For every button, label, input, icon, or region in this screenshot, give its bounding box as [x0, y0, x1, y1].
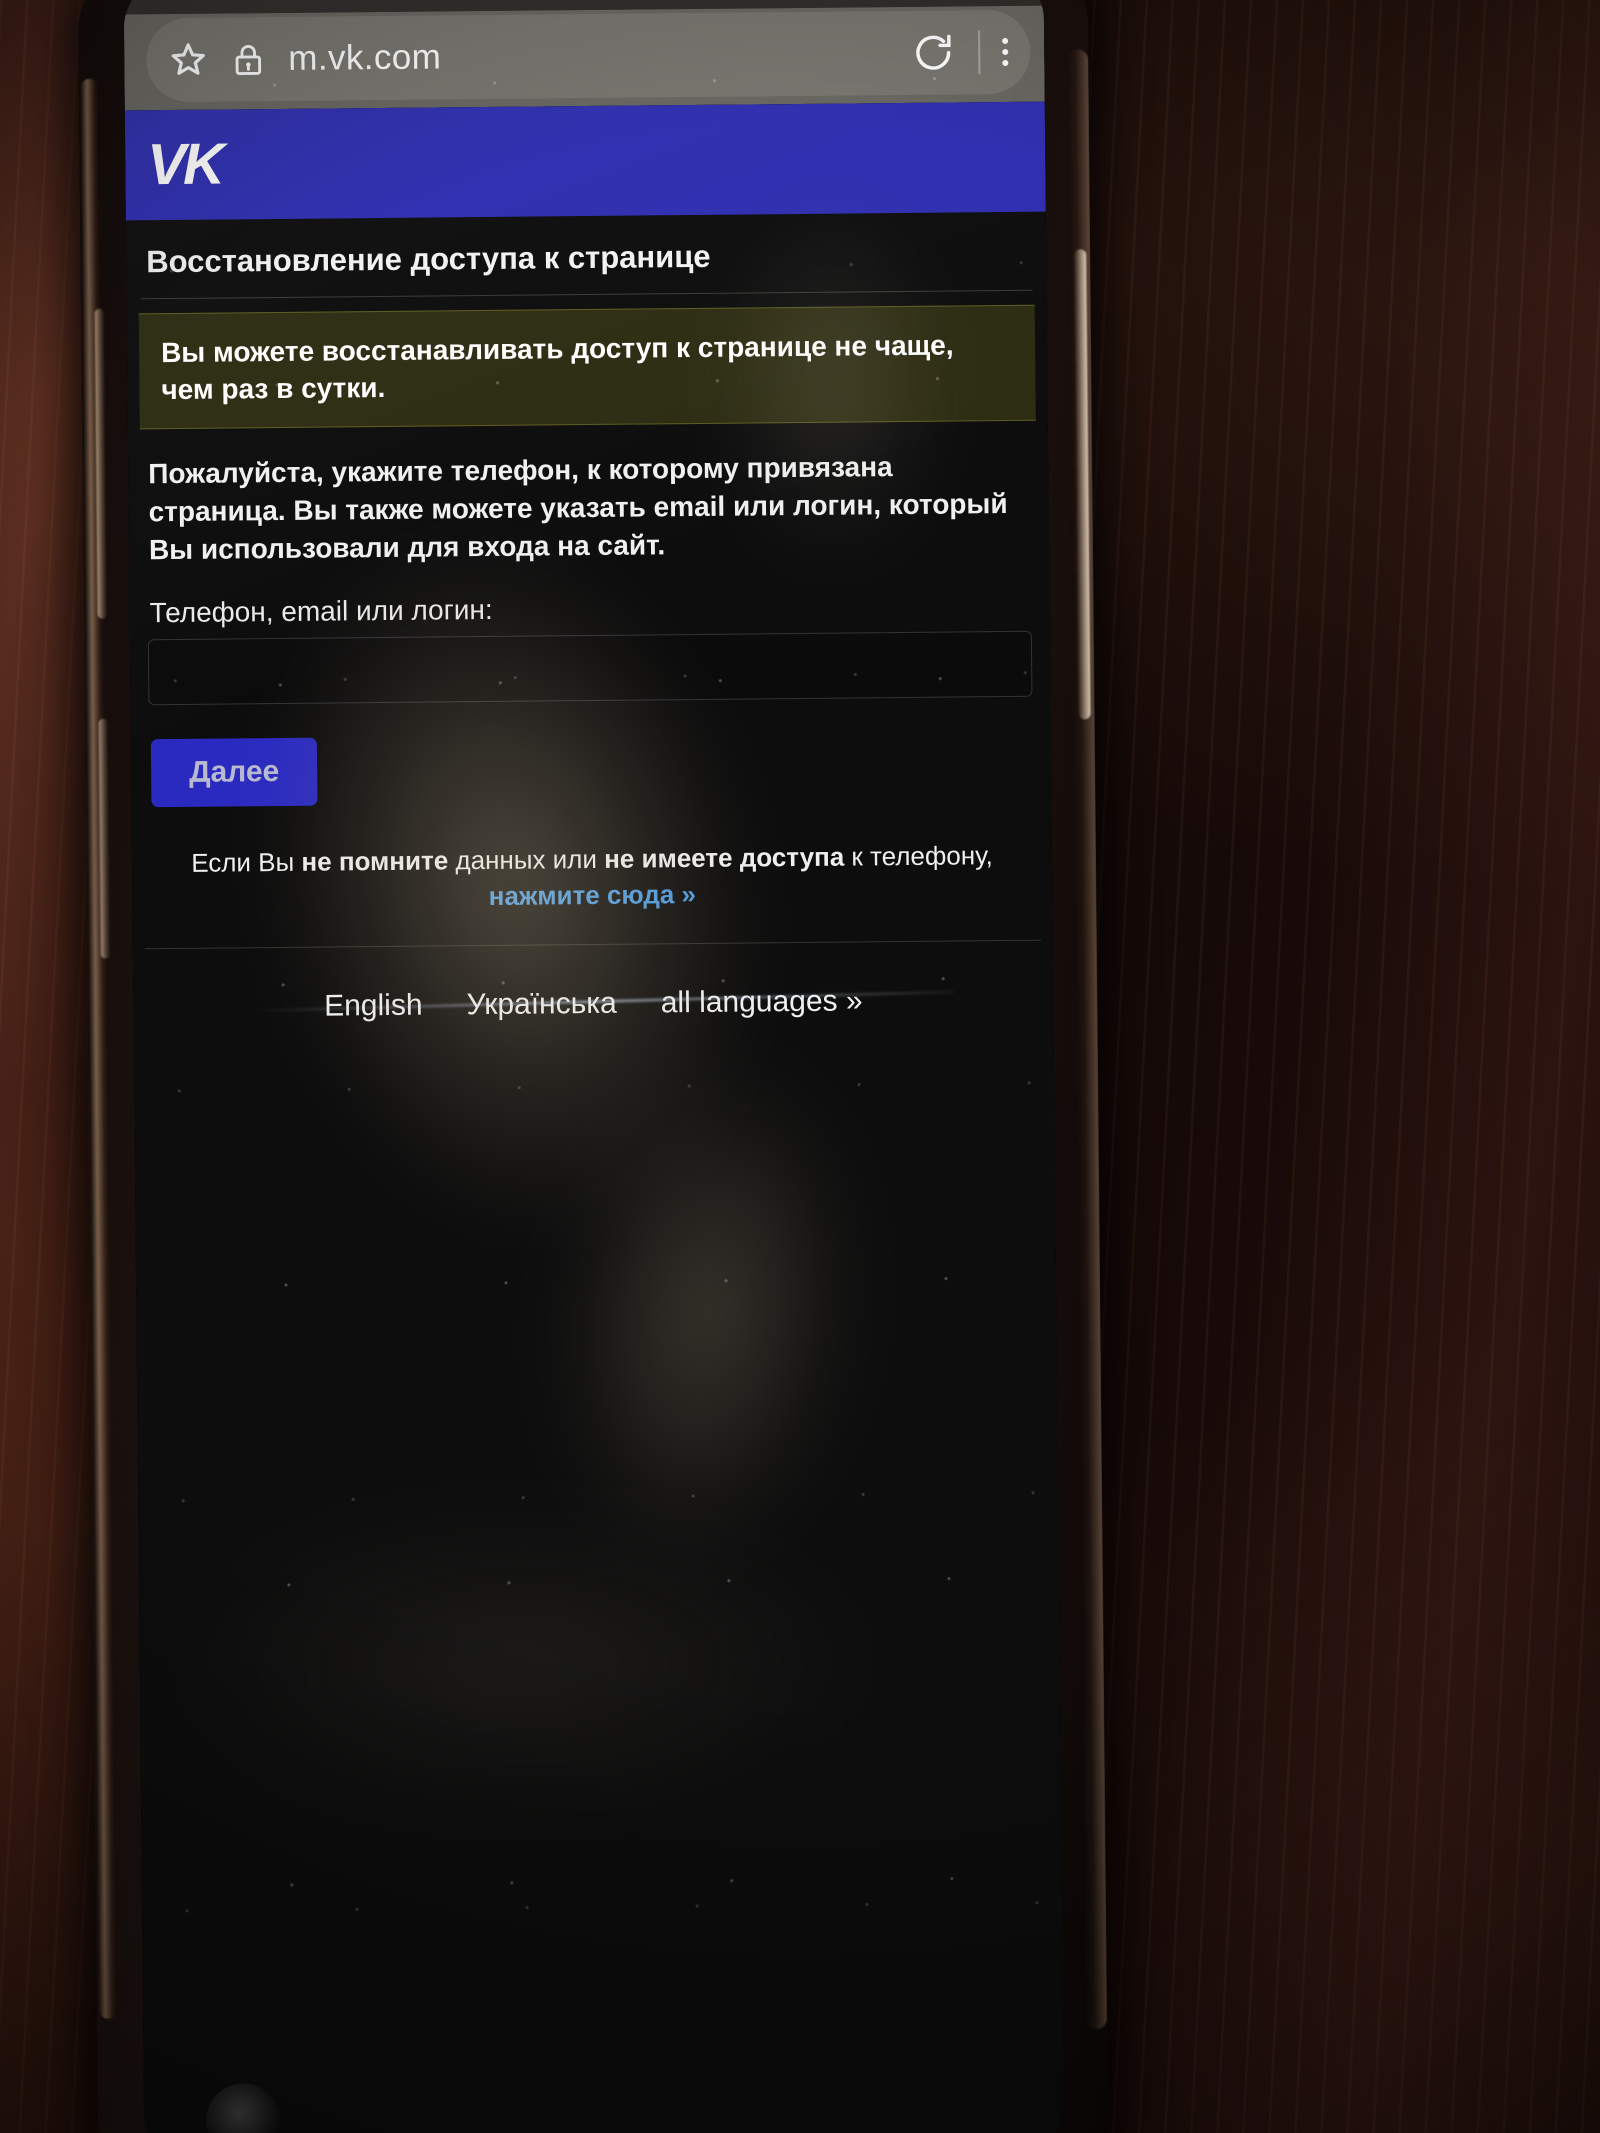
star-icon[interactable] [168, 40, 208, 80]
instruction-bold-email: email [653, 490, 726, 523]
next-button[interactable]: Далее [150, 737, 318, 808]
field-label: Телефон, email или логин: [149, 593, 493, 629]
phone-photo: 66% 18:33 [0, 0, 1600, 2133]
reload-icon[interactable] [910, 29, 956, 75]
vk-logo[interactable]: VK [147, 132, 222, 198]
instruction-part-3: или [725, 490, 794, 522]
overflow-menu-icon[interactable] [1002, 37, 1009, 67]
lock-icon [230, 39, 266, 79]
clock-label: 18:33 [965, 0, 1028, 1]
help-bold-noaccess: не имеете доступа [603, 841, 845, 874]
instruction-paragraph: Пожалуйста, укажите телефон, к которому … [128, 421, 1049, 575]
language-switcher: English Українська all languages » [133, 940, 1054, 1067]
phone-screen: 66% 18:33 [123, 0, 1065, 2133]
browser-toolbar: m.vk.com [123, 5, 1045, 111]
instruction-bold-login: логин [792, 489, 874, 522]
click-here-link[interactable]: нажмите сюда » [489, 879, 696, 911]
language-ukrainian[interactable]: Українська [466, 986, 617, 1021]
help-text: Если Вы не помните данных или не имеете … [131, 798, 1052, 948]
language-english[interactable]: English [324, 988, 423, 1023]
field-container [130, 630, 1051, 706]
instruction-bold-phone: телефон [450, 454, 572, 487]
phone-right-highlight [1074, 249, 1091, 720]
home-indicator[interactable] [205, 2083, 281, 2133]
rate-limit-notice: Вы можете восстанавливать доступ к стран… [138, 304, 1036, 430]
instruction-part-1: Пожалуйста, укажите [148, 455, 451, 490]
page-title: Восстановление доступа к странице [146, 238, 711, 280]
url-text[interactable]: m.vk.com [288, 33, 888, 79]
help-part-2: данных или [448, 843, 605, 876]
toolbar-divider [978, 30, 981, 75]
phone-device: 66% 18:33 [77, 0, 1109, 2133]
help-part-1: Если Вы [191, 846, 302, 878]
login-input[interactable] [147, 630, 1033, 706]
vk-header: VK [124, 101, 1046, 221]
address-bar[interactable]: m.vk.com [145, 9, 1031, 103]
vk-recovery-page: VK Восстановление доступа к странице Вы … [124, 101, 1065, 2133]
help-bold-forgot: не помните [301, 845, 449, 877]
phone-power-button [98, 718, 110, 959]
help-part-3: к телефону, [844, 840, 993, 872]
language-all[interactable]: all languages » [661, 984, 863, 1020]
battery-percent-label: 66% [883, 0, 932, 2]
submit-row: Далее [130, 696, 1051, 808]
phone-volume-button [94, 308, 107, 619]
